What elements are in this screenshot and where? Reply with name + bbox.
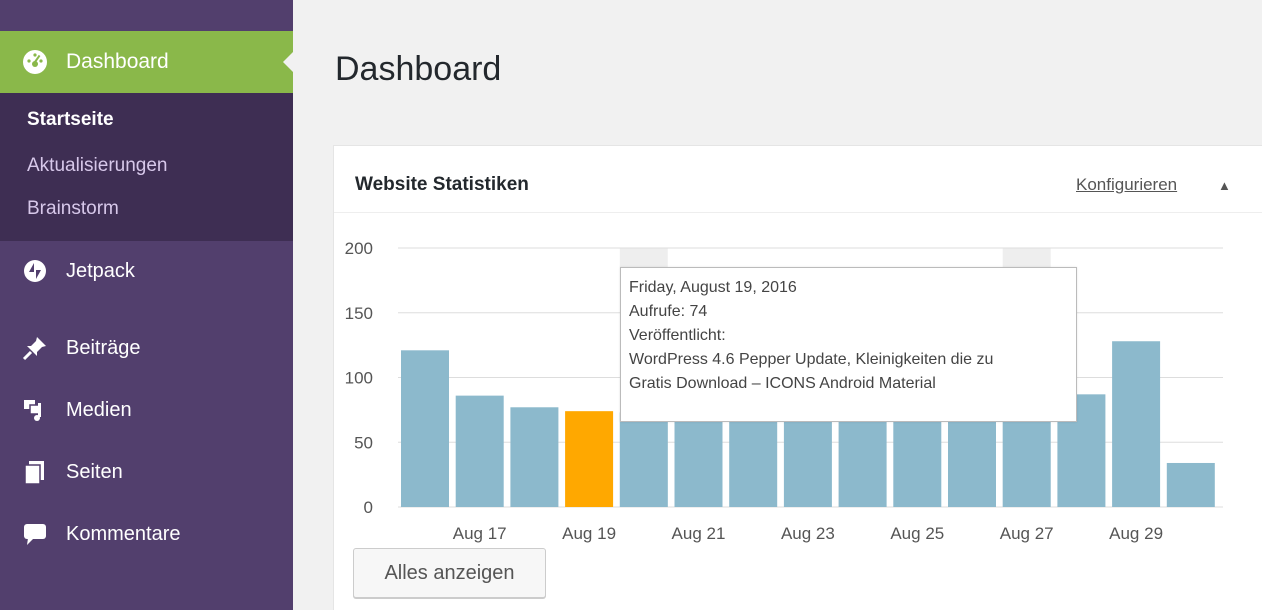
y-tick-label: 200 — [345, 239, 373, 258]
chart-bar[interactable] — [455, 395, 504, 507]
y-tick-label: 100 — [345, 369, 373, 388]
y-tick-label: 0 — [364, 498, 373, 517]
y-tick-label: 150 — [345, 304, 373, 323]
sidebar-top-strip — [0, 0, 293, 31]
x-tick-label: Aug 17 — [453, 524, 507, 543]
chart-bar[interactable] — [565, 411, 614, 507]
submenu-item-startseite[interactable]: Startseite — [0, 105, 293, 145]
chart-tooltip: Friday, August 19, 2016 Aufrufe: 74 Verö… — [620, 267, 1077, 422]
tooltip-post: Gratis Download – ICONS Android Material — [629, 375, 936, 392]
sidebar-item-dashboard[interactable]: Dashboard — [0, 31, 293, 93]
pages-icon — [22, 459, 48, 485]
sidebar-item-jetpack[interactable]: Jetpack — [0, 241, 293, 301]
chart-bar[interactable] — [838, 412, 887, 507]
menu-separator — [0, 301, 293, 317]
chart-bar[interactable] — [674, 412, 723, 507]
submenu-item-aktualisierungen[interactable]: Aktualisierungen — [0, 145, 293, 193]
y-tick-label: 50 — [354, 433, 373, 452]
chart-bar[interactable] — [510, 407, 559, 507]
sidebar-item-label: Beiträge — [66, 336, 141, 359]
jetpack-icon — [22, 258, 48, 284]
main-content: Dashboard Website Statistiken Konfigurie… — [293, 0, 1262, 610]
x-tick-label: Aug 19 — [562, 524, 616, 543]
sidebar-item-medien[interactable]: Medien — [0, 379, 293, 441]
tooltip-views: Aufrufe: 74 — [629, 303, 708, 320]
sidebar-item-kommentare[interactable]: Kommentare — [0, 503, 293, 565]
chart-bar[interactable] — [729, 412, 778, 507]
sidebar-item-seiten[interactable]: Seiten — [0, 441, 293, 503]
chart-bar[interactable] — [401, 350, 449, 507]
chart-bar[interactable] — [783, 412, 832, 507]
x-tick-label: Aug 27 — [1000, 524, 1054, 543]
x-tick-label: Aug 23 — [781, 524, 835, 543]
tooltip-published-label: Veröffentlicht: — [629, 327, 726, 344]
pushpin-icon — [22, 335, 48, 361]
chart-bar[interactable] — [893, 412, 942, 507]
dashboard-submenu: Startseite Aktualisierungen Brainstorm — [0, 93, 293, 241]
x-tick-label: Aug 21 — [672, 524, 726, 543]
sidebar-item-label: Seiten — [66, 460, 123, 483]
dashboard-icon — [22, 49, 48, 75]
view-all-button[interactable]: Alles anzeigen — [353, 548, 546, 598]
chart-bar[interactable] — [619, 412, 668, 507]
comment-icon — [22, 521, 48, 547]
chart-bar[interactable] — [1166, 462, 1215, 507]
admin-sidebar: Dashboard Startseite Aktualisierungen Br… — [0, 0, 293, 610]
sidebar-item-label: Kommentare — [66, 522, 181, 545]
chart-bar[interactable] — [948, 412, 996, 507]
tooltip-date: Friday, August 19, 2016 — [629, 279, 797, 296]
chart-bar[interactable] — [1112, 341, 1161, 507]
sidebar-item-label: Dashboard — [66, 50, 169, 73]
sidebar-item-beitraege[interactable]: Beiträge — [0, 317, 293, 379]
submenu-item-brainstorm[interactable]: Brainstorm — [0, 193, 293, 233]
x-tick-label: Aug 25 — [890, 524, 944, 543]
x-tick-label: Aug 29 — [1109, 524, 1163, 543]
tooltip-post: WordPress 4.6 Pepper Update, Kleinigkeit… — [629, 351, 994, 368]
sidebar-item-label: Medien — [66, 398, 132, 421]
sidebar-item-label: Jetpack — [66, 259, 135, 282]
media-icon — [22, 397, 48, 423]
